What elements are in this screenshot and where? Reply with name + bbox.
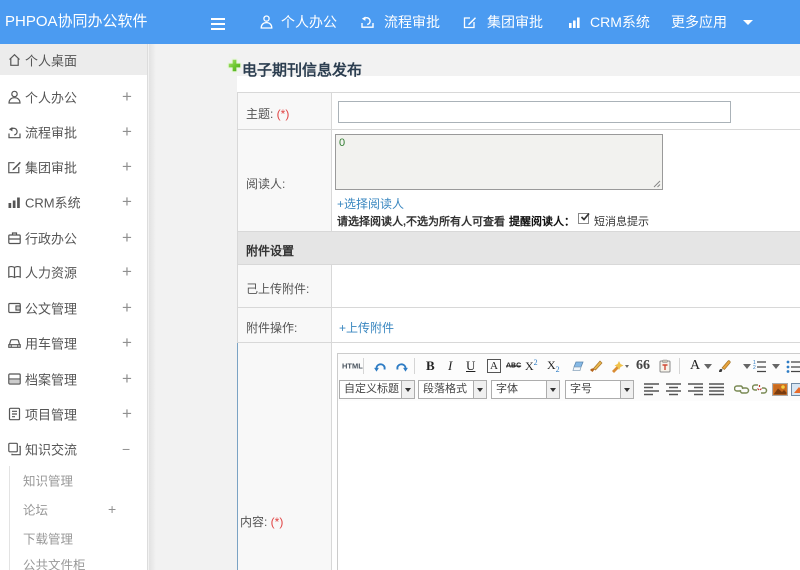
- svg-text:2: 2: [753, 365, 756, 371]
